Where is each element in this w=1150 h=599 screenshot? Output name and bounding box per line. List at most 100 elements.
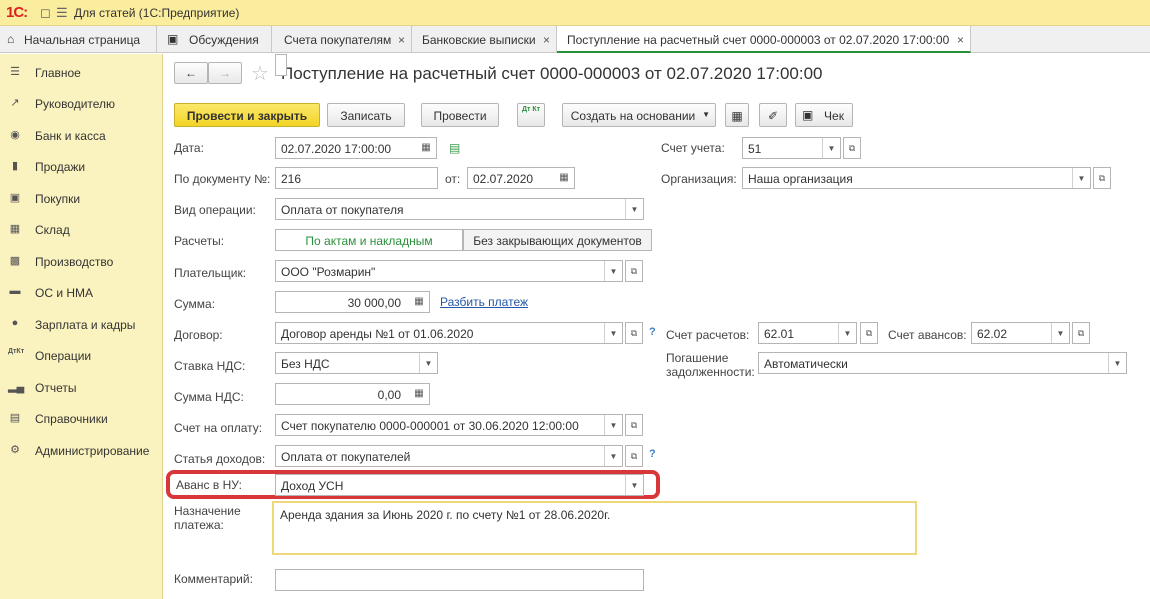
account-open-button[interactable]: ⧉ — [843, 137, 861, 159]
settlement-account-field[interactable]: 62.01 ▼ — [758, 322, 857, 344]
close-icon[interactable]: × — [957, 33, 964, 47]
date-field[interactable]: 02.07.2020 17:00:00 ▦ — [275, 137, 437, 159]
chevron-down-icon[interactable]: ▼ — [822, 138, 840, 158]
receipt-button[interactable]: ▣ Чек — [795, 103, 853, 127]
save-button[interactable]: Записать — [327, 103, 405, 127]
chevron-down-icon[interactable]: ▼ — [604, 261, 622, 281]
sidebar-item-fixed-assets[interactable]: ▬ ОС и НМА — [0, 276, 163, 307]
chevron-down-icon[interactable]: ▼ — [1051, 323, 1069, 343]
favorite-star-icon[interactable]: ☆ — [251, 61, 269, 86]
sidebar-item-manager[interactable]: ↗ Руководителю — [0, 87, 163, 118]
settlement-account-label: Счет расчетов: — [666, 328, 750, 342]
settlement-account-open-button[interactable]: ⧉ — [860, 322, 878, 344]
chevron-down-icon[interactable]: ▼ — [1072, 168, 1090, 188]
document-status-icon[interactable]: ▤ — [449, 141, 460, 155]
account-field[interactable]: 51 ▼ — [742, 137, 841, 159]
advance-account-field[interactable]: 62.02 ▼ — [971, 322, 1070, 344]
payer-field[interactable]: ООО "Розмарин" ▼ — [275, 260, 623, 282]
calculator-icon[interactable]: ▦ — [409, 292, 429, 312]
chevron-down-icon[interactable]: ▼ — [604, 323, 622, 343]
income-item-open-button[interactable]: ⧉ — [625, 445, 643, 467]
dropdown-arrow-icon: ▼ — [702, 110, 710, 119]
sidebar-item-production[interactable]: ▩ Производство — [0, 245, 163, 276]
post-and-close-button[interactable]: Провести и закрыть — [174, 103, 320, 127]
attachment-button[interactable]: ✐ — [759, 103, 787, 127]
chevron-down-icon[interactable]: ▼ — [625, 475, 643, 495]
invoice-field[interactable]: Счет покупателю 0000-000001 от 30.06.202… — [275, 414, 623, 436]
repayment-field[interactable]: Автоматически ▼ — [758, 352, 1127, 374]
open-icon: ⧉ — [865, 328, 873, 338]
help-icon[interactable]: ? — [649, 326, 656, 338]
sum-field[interactable]: 30 000,00 ▦ — [275, 291, 430, 313]
chevron-down-icon[interactable]: ▼ — [625, 199, 643, 219]
advance-tax-field[interactable]: Доход УСН ▼ — [275, 474, 644, 496]
create-based-on-button[interactable]: Создать на основании ▼ — [562, 103, 716, 127]
purpose-label-line2: платежа: — [174, 518, 224, 532]
post-button[interactable]: Провести — [421, 103, 499, 127]
forward-button[interactable]: → — [208, 62, 242, 84]
calculator-icon[interactable]: ▦ — [409, 384, 429, 404]
vat-rate-field[interactable]: Без НДС ▼ — [275, 352, 438, 374]
operation-type-field[interactable]: Оплата от покупателя ▼ — [275, 198, 644, 220]
calendar-icon[interactable]: ▦ — [416, 138, 436, 158]
advance-account-open-button[interactable]: ⧉ — [1072, 322, 1090, 344]
account-label: Счет учета: — [661, 141, 725, 155]
tab-discussions[interactable]: ▣ Обсуждения — [157, 26, 272, 53]
warehouse-icon: ▦ — [9, 223, 21, 235]
truck-icon: ▬ — [9, 285, 21, 297]
chevron-down-icon[interactable]: ▼ — [1108, 353, 1126, 373]
income-item-field[interactable]: Оплата от покупателей ▼ — [275, 445, 623, 467]
advance-tax-label: Аванс в НУ: — [176, 478, 242, 492]
sidebar-item-warehouse[interactable]: ▦ Склад — [0, 213, 163, 244]
contract-label: Договор: — [174, 328, 223, 342]
book-icon: ▤ — [9, 412, 21, 424]
vat-rate-label: Ставка НДС: — [174, 359, 246, 373]
sidebar-item-operations[interactable]: ДтКт Операции — [0, 339, 163, 370]
chevron-down-icon[interactable]: ▼ — [838, 323, 856, 343]
hamburger-icon[interactable]: ☰ — [56, 5, 68, 21]
contract-field[interactable]: Договор аренды №1 от 01.06.2020 ▼ — [275, 322, 623, 344]
bell-icon[interactable]: ◻ — [40, 5, 51, 21]
structure-button[interactable]: ▦ — [725, 103, 749, 127]
sidebar-item-admin[interactable]: ⚙ Администрирование — [0, 434, 163, 465]
vat-sum-label: Сумма НДС: — [174, 390, 244, 404]
purpose-textarea[interactable]: Аренда здания за Июнь 2020 г. по счету №… — [272, 501, 917, 555]
back-button[interactable]: ← — [174, 62, 208, 84]
doc-number-field[interactable]: 216 — [275, 167, 438, 189]
payer-open-button[interactable]: ⧉ — [625, 260, 643, 282]
open-icon: ⧉ — [848, 143, 856, 153]
sum-label: Сумма: — [174, 297, 216, 311]
factory-icon: ▩ — [9, 255, 21, 267]
chevron-down-icon[interactable]: ▼ — [419, 353, 437, 373]
close-icon[interactable]: × — [543, 33, 550, 47]
sidebar-item-main[interactable]: ☰ Главное — [0, 56, 163, 87]
split-payment-link[interactable]: Разбить платеж — [440, 295, 528, 309]
sidebar-item-purchases[interactable]: ▣ Покупки — [0, 182, 163, 213]
tab-receipt-document[interactable]: Поступление на расчетный счет 0000-00000… — [557, 26, 971, 53]
tab-bank-statements[interactable]: Банковские выписки × — [412, 26, 557, 53]
contract-open-button[interactable]: ⧉ — [625, 322, 643, 344]
settlements-no-docs-toggle[interactable]: Без закрывающих документов — [463, 229, 652, 251]
sidebar-item-reports[interactable]: ▂▄ Отчеты — [0, 371, 163, 402]
sidebar-item-catalogs[interactable]: ▤ Справочники — [0, 402, 163, 433]
doc-number-label: По документу №: — [174, 172, 271, 186]
help-icon[interactable]: ? — [649, 448, 656, 460]
tab-home[interactable]: ⌂ Начальная страница — [0, 26, 157, 53]
sidebar-item-payroll[interactable]: ● Зарплата и кадры — [0, 308, 163, 339]
gear-icon: ⚙ — [10, 444, 20, 456]
invoice-open-button[interactable]: ⧉ — [625, 414, 643, 436]
chevron-down-icon[interactable]: ▼ — [604, 415, 622, 435]
calendar-icon[interactable]: ▦ — [554, 168, 574, 188]
organization-field[interactable]: Наша организация ▼ — [742, 167, 1091, 189]
close-icon[interactable]: × — [398, 33, 405, 47]
chevron-down-icon[interactable]: ▼ — [604, 446, 622, 466]
organization-open-button[interactable]: ⧉ — [1093, 167, 1111, 189]
sidebar-item-bank[interactable]: ◉ Банк и касса — [0, 119, 163, 150]
sidebar-item-sales[interactable]: ▮ Продажи — [0, 150, 163, 181]
dt-kt-button[interactable]: Дт Кт — [517, 103, 545, 127]
tab-customer-invoices[interactable]: Счета покупателям × — [272, 26, 412, 53]
from-date-field[interactable]: 02.07.2020 ▦ — [467, 167, 575, 189]
vat-sum-field[interactable]: 0,00 ▦ — [275, 383, 430, 405]
comment-field[interactable] — [275, 569, 644, 591]
settlements-by-acts-toggle[interactable]: По актам и накладным — [275, 229, 463, 251]
